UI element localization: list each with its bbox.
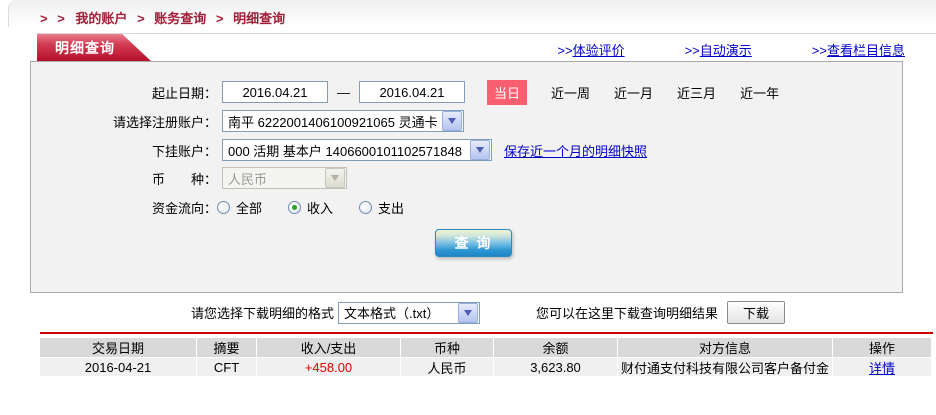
download-row: 请您选择下载明细的格式 文本格式（.txt） 您可以在这里下载查询明细结果 下载 [0,301,936,324]
cell-currency: 人民币 [401,358,494,376]
sub-account-row: 下挂账户： 000 活期 基本户 1406600101102571848 保存近… [31,138,902,162]
quick-range-week[interactable]: 近一周 [551,83,590,102]
download-format-label: 请您选择下载明细的格式 [191,306,335,321]
link-prefix: >> [684,43,700,58]
col-header-counterparty: 对方信息 [618,338,833,357]
link-prefix: >> [557,43,573,58]
quick-range-month[interactable]: 近一月 [614,83,653,102]
breadcrumb-separator: > [215,11,224,26]
download-button[interactable]: 下载 [727,301,786,324]
flow-radio-0[interactable] [217,200,230,214]
col-header-date: 交易日期 [40,338,197,357]
snapshot-link[interactable]: 保存近一个月的明细快照 [504,141,647,160]
breadcrumb-item-my-account[interactable]: 我的账户 [75,11,127,26]
flow-direction-row: 资金流向： 全部 收入 支出 [31,195,902,219]
cell-action: 详情 [833,358,931,376]
col-header-currency: 币种 [401,338,494,357]
date-range-label: 起止日期： [151,85,217,101]
flow-option-expense[interactable]: 支出 [359,198,404,217]
result-table: 交易日期 摘要 收入/支出 币种 余额 对方信息 操作 2016-04-21 C… [40,338,931,376]
breadcrumb-prefix: > > [40,11,68,26]
quick-range-quarter[interactable]: 近三月 [677,83,716,102]
table-header-row: 交易日期 摘要 收入/支出 币种 余额 对方信息 操作 [40,338,931,357]
link-label: 自动演示 [699,43,752,58]
header-divider [37,33,936,34]
col-header-summary: 摘要 [197,338,257,357]
page: > > 我的账户 > 账务查询 > 明细查询 明细查询 >>体验评价 >>自动演… [0,0,936,415]
register-account-select[interactable]: 南平 6222001406100921065 灵通卡 [222,110,464,132]
cell-balance: 3,623.80 [494,358,618,376]
flow-option-label[interactable]: 收入 [307,198,333,217]
chevron-down-icon[interactable] [458,302,479,323]
flow-radio-2[interactable] [359,200,373,214]
chevron-down-icon[interactable] [442,111,462,131]
link-label: 体验评价 [572,43,625,58]
flow-option-all[interactable]: 全部 [217,198,262,217]
link-experience-review[interactable]: >>体验评价 [557,40,624,59]
register-account-row: 请选择注册账户： 南平 6222001406100921065 灵通卡 [31,109,902,133]
download-format-select[interactable]: 文本格式（.txt） [338,301,481,324]
link-label: 查看栏目信息 [826,43,905,58]
red-divider [40,332,933,334]
col-header-action: 操作 [833,338,931,357]
sub-account-select[interactable]: 000 活期 基本户 1406600101102571848 [222,139,492,161]
tab-title: 明细查询 [55,40,115,56]
query-button[interactable]: 查 询 [435,229,512,257]
flow-option-label[interactable]: 支出 [378,198,404,217]
breadcrumb: > > 我的账户 > 账务查询 > 明细查询 [40,8,285,27]
link-auto-demo[interactable]: >>自动演示 [685,40,752,59]
top-links: >>体验评价 >>自动演示 >>查看栏目信息 [557,40,905,59]
register-account-value: 南平 6222001406100921065 灵通卡 [228,114,438,130]
chevron-down-icon [325,168,345,188]
cell-summary: CFT [197,358,257,376]
currency-value: 人民币 [228,171,268,187]
link-prefix: >> [811,43,827,58]
sub-account-value: 000 活期 基本户 1406600101102571848 [228,143,462,159]
flow-option-income[interactable]: 收入 [288,198,333,217]
table-row: 2016-04-21 CFT +458.00 人民币 3,623.80 财付通支… [40,358,931,376]
col-header-balance: 余额 [494,338,618,357]
flow-radio-1[interactable] [288,200,302,214]
flow-direction-label: 资金流向： [151,200,217,216]
cell-amount: +458.00 [257,358,401,376]
currency-select: 人民币 [222,167,347,189]
col-header-amount: 收入/支出 [257,338,401,357]
chevron-down-icon[interactable] [470,140,490,160]
breadcrumb-item-account-query[interactable]: 账务查询 [154,11,206,26]
date-range-row: 起止日期： — 当日 近一周 近一月 近三月 近一年 [31,79,902,105]
flow-option-label[interactable]: 全部 [236,198,262,217]
tab-detail-query: 明细查询 [37,34,152,62]
detail-link[interactable]: 详情 [869,358,895,376]
cell-counterparty: 财付通支付科技有限公司客户备付金 [618,358,833,376]
link-view-column-info[interactable]: >>查看栏目信息 [812,40,905,59]
quick-range-year[interactable]: 近一年 [740,83,779,102]
download-format-value: 文本格式（.txt） [344,306,440,321]
breadcrumb-item-detail-query[interactable]: 明细查询 [233,11,285,26]
currency-label: 币 种： [151,171,217,187]
download-hint: 您可以在这里下载查询明细结果 [536,306,719,321]
date-separator: — [337,84,350,100]
sub-account-label: 下挂账户： [151,143,217,159]
query-form-panel: 起止日期： — 当日 近一周 近一月 近三月 近一年 请选择注册账户： 南平 6… [30,61,903,293]
date-from-input[interactable] [222,81,328,103]
currency-row: 币 种： 人民币 [31,166,902,190]
date-to-input[interactable] [359,81,465,103]
cell-date: 2016-04-21 [40,358,197,376]
quick-range-today[interactable]: 当日 [487,79,528,105]
register-account-label: 请选择注册账户： [112,114,217,130]
breadcrumb-separator: > [137,11,145,26]
